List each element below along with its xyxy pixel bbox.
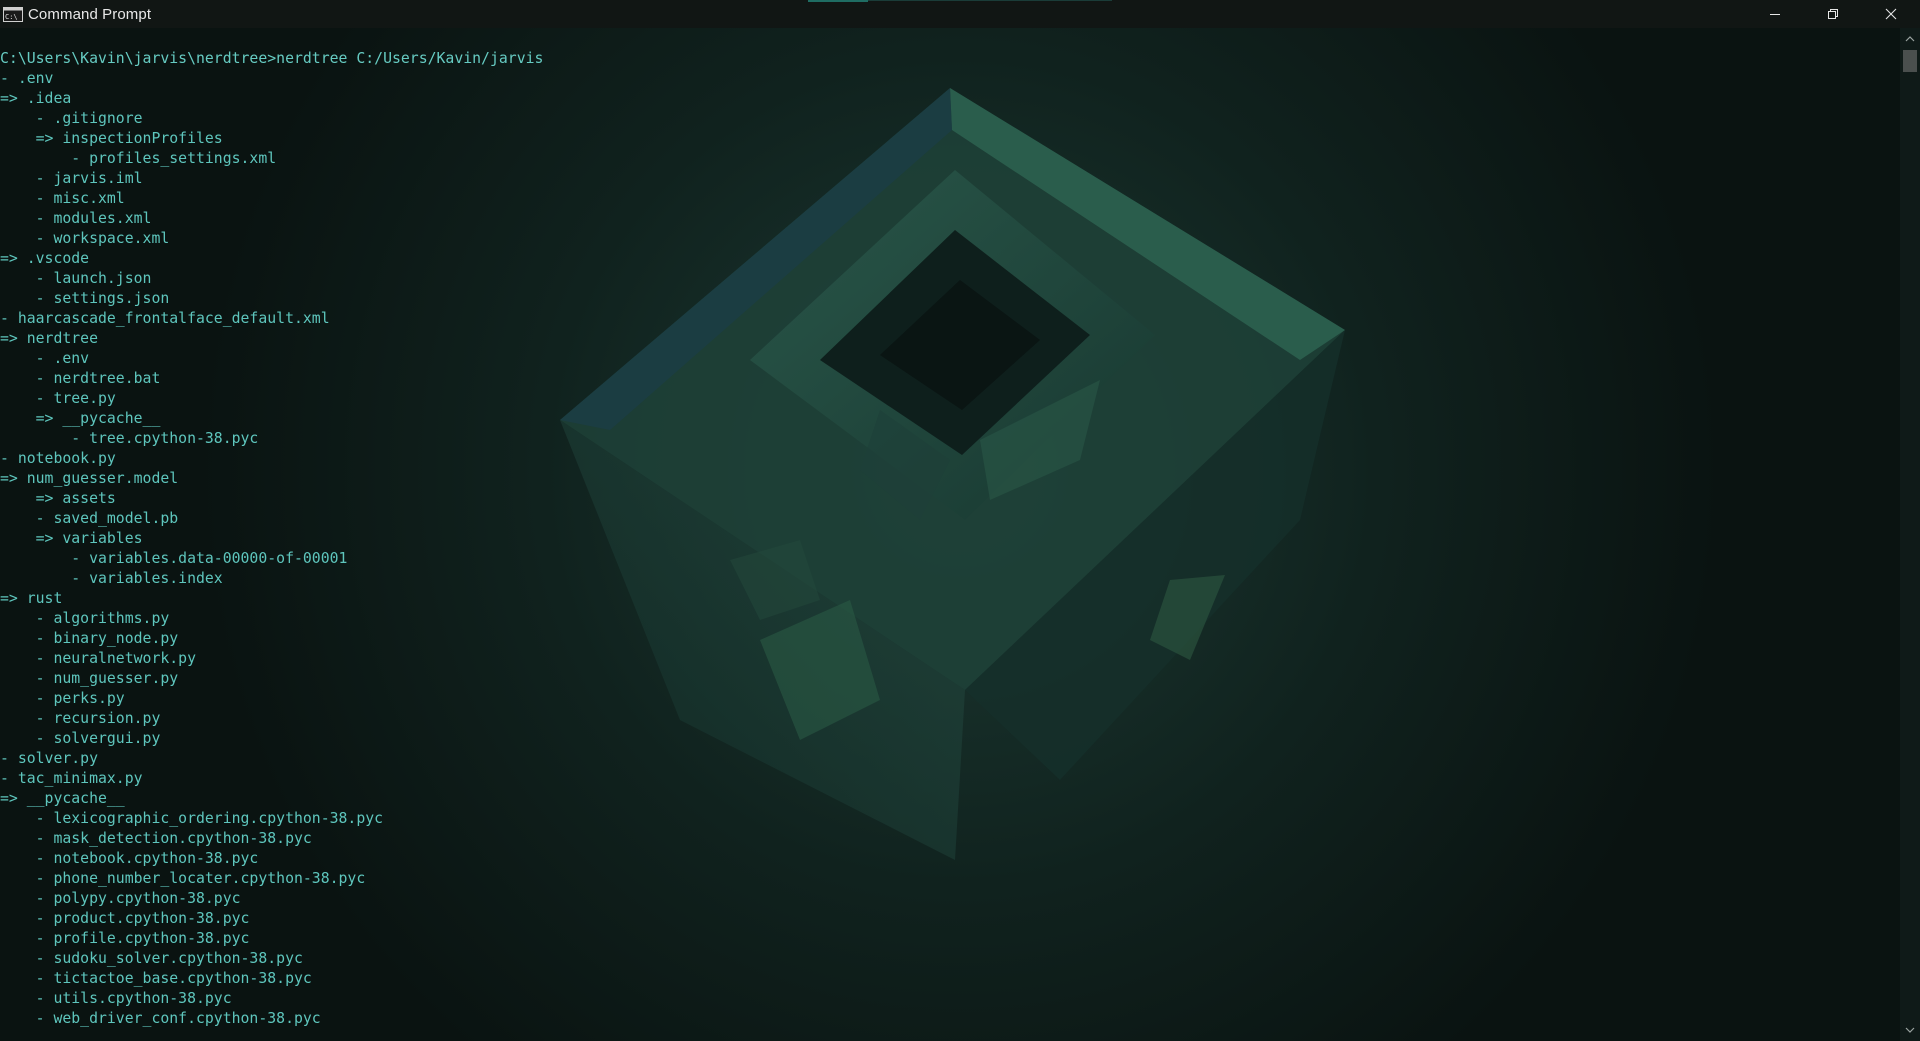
terminal-line: => __pycache__ [0, 410, 161, 427]
svg-text:C:\: C:\ [5, 13, 18, 21]
terminal-line: - notebook.py [0, 450, 116, 467]
terminal-line: => rust [0, 590, 63, 607]
terminal-line: - haarcascade_frontalface_default.xml [0, 310, 330, 327]
terminal-line: - num_guesser.py [0, 670, 179, 687]
terminal-line: - phone_number_locater.cpython-38.pyc [0, 870, 366, 887]
terminal-line: - tac_minimax.py [0, 770, 143, 787]
terminal-line: - tree.cpython-38.pyc [0, 430, 259, 447]
window-title: Command Prompt [28, 5, 152, 23]
terminal-line: - .env [0, 70, 54, 87]
terminal-line: - polypy.cpython-38.pyc [0, 890, 241, 907]
scroll-down-button[interactable] [1900, 1021, 1920, 1039]
restore-button[interactable] [1804, 0, 1862, 28]
terminal-line: - solvergui.py [0, 730, 161, 747]
scroll-up-button[interactable] [1900, 30, 1920, 48]
terminal-line: - jarvis.iml [0, 170, 143, 187]
terminal-line-prompt: C:\Users\Kavin\jarvis\nerdtree>nerdtree … [0, 50, 544, 67]
terminal-line: - web_driver_conf.cpython-38.pyc [0, 1010, 321, 1027]
close-icon [1885, 8, 1897, 20]
terminal-line: - profile.cpython-38.pyc [0, 930, 250, 947]
terminal-line: - tictactoe_base.cpython-38.pyc [0, 970, 312, 987]
terminal-line: - nerdtree.bat [0, 370, 161, 387]
minimize-button[interactable] [1746, 0, 1804, 28]
terminal-line: => nerdtree [0, 330, 98, 347]
terminal-line: => assets [0, 490, 116, 507]
terminal-output[interactable]: C:\Users\Kavin\jarvis\nerdtree>nerdtree … [0, 28, 1900, 1041]
window-controls [1746, 0, 1920, 28]
terminal-line: => .idea [0, 90, 72, 107]
title-accent-line [868, 0, 1112, 1]
chevron-down-icon [1905, 1027, 1915, 1033]
terminal-line: - variables.index [0, 570, 223, 587]
close-button[interactable] [1862, 0, 1920, 28]
terminal-line: - variables.data-00000-of-00001 [0, 550, 348, 567]
terminal-line: => inspectionProfiles [0, 130, 223, 147]
terminal-line: => variables [0, 530, 143, 547]
terminal-line: - notebook.cpython-38.pyc [0, 850, 259, 867]
cmd-icon[interactable]: C:\ [3, 6, 23, 22]
command-prompt-window: C:\ Command Prompt C:\Users\Kavin\jarvis… [0, 0, 1920, 1041]
vertical-scrollbar[interactable] [1900, 28, 1920, 1041]
terminal-line: - solver.py [0, 750, 98, 767]
terminal-line: - workspace.xml [0, 230, 170, 247]
terminal-line: => .vscode [0, 250, 90, 267]
title-bar[interactable]: C:\ Command Prompt [0, 0, 1920, 28]
terminal-line: - product.cpython-38.pyc [0, 910, 250, 927]
restore-icon [1828, 9, 1838, 19]
terminal-line: - lexicographic_ordering.cpython-38.pyc [0, 810, 384, 827]
terminal-line: - .env [0, 350, 90, 367]
terminal-line: => __pycache__ [0, 790, 125, 807]
terminal-line: - tree.py [0, 390, 116, 407]
terminal-line: - neuralnetwork.py [0, 650, 196, 667]
terminal-line: - algorithms.py [0, 610, 170, 627]
terminal-line: - profiles_settings.xml [0, 150, 277, 167]
title-accent-strip [808, 0, 868, 2]
terminal-line: - misc.xml [0, 190, 125, 207]
terminal-line: - sudoku_solver.cpython-38.pyc [0, 950, 303, 967]
terminal-line: - launch.json [0, 270, 152, 287]
terminal-line: - settings.json [0, 290, 170, 307]
minimize-icon [1770, 14, 1780, 15]
terminal-line: - perks.py [0, 690, 125, 707]
terminal-line: - mask_detection.cpython-38.pyc [0, 830, 312, 847]
terminal-line: - saved_model.pb [0, 510, 179, 527]
terminal-line: - binary_node.py [0, 630, 179, 647]
terminal-line: - utils.cpython-38.pyc [0, 990, 232, 1007]
terminal-line: - modules.xml [0, 210, 152, 227]
scrollbar-thumb[interactable] [1903, 50, 1917, 72]
terminal-line: - recursion.py [0, 710, 161, 727]
terminal-line: => num_guesser.model [0, 470, 179, 487]
terminal-line: - .gitignore [0, 110, 143, 127]
chevron-up-icon [1905, 36, 1915, 42]
